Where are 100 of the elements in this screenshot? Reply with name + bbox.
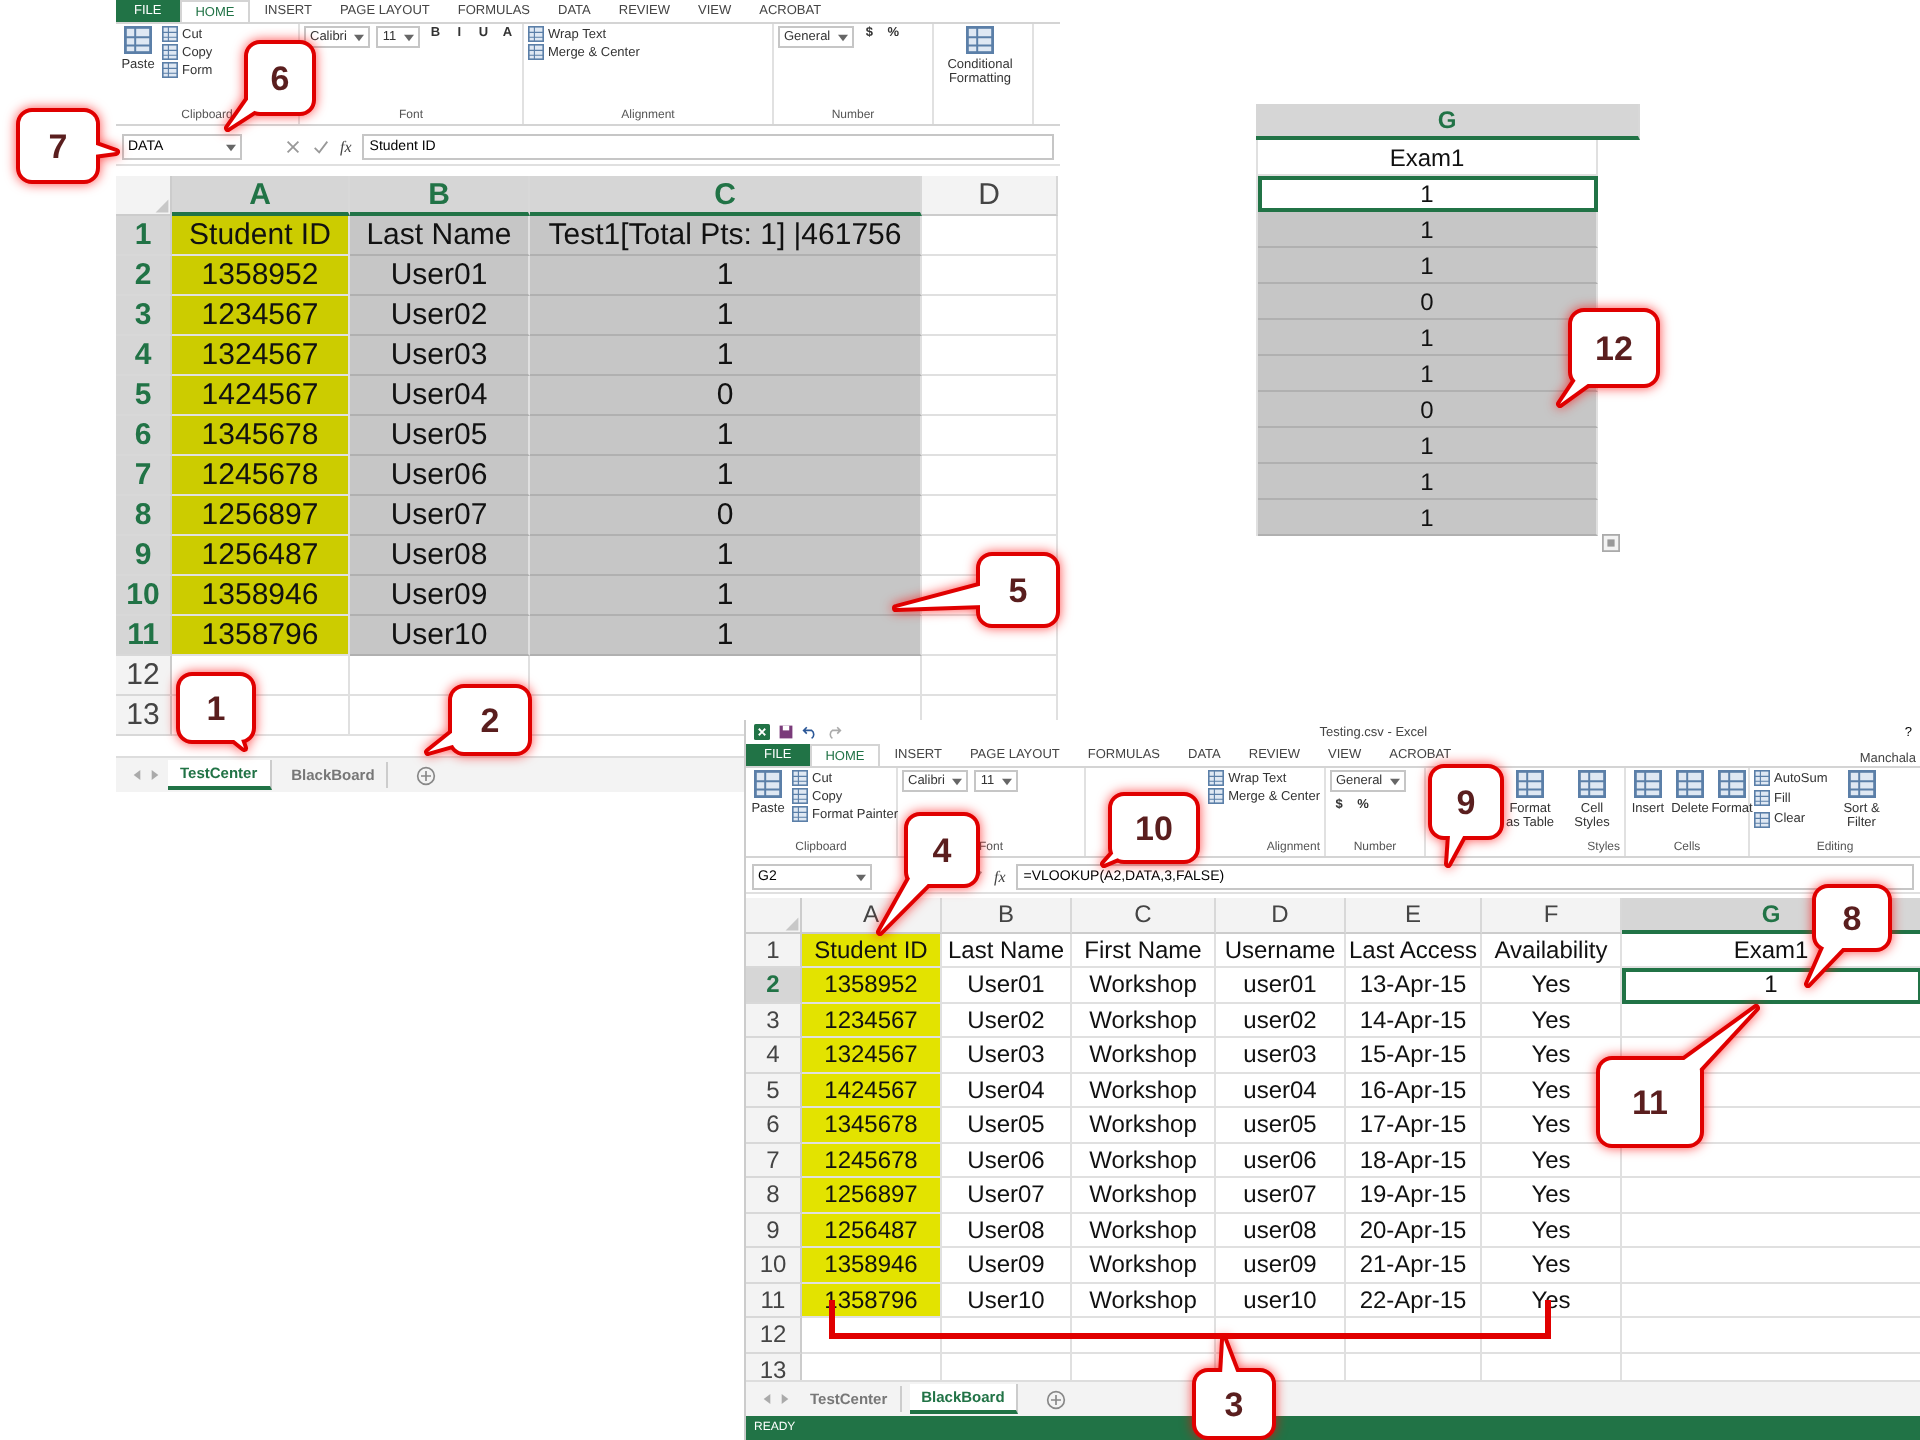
grid-icon xyxy=(1578,770,1606,798)
scroll-right-icon[interactable] xyxy=(150,770,160,780)
table-cell: 0 xyxy=(1258,284,1598,320)
table-cell: User08 xyxy=(350,536,530,576)
table-cell: 1424567 xyxy=(172,376,350,416)
row-header[interactable]: 6 xyxy=(116,416,172,456)
row-header[interactable]: 7 xyxy=(116,456,172,496)
table-cell: User01 xyxy=(350,256,530,296)
table-cell: User03 xyxy=(942,1038,1072,1073)
table-cell: 1245678 xyxy=(172,456,350,496)
table-cell: 1 xyxy=(530,536,922,576)
column-header[interactable]: B xyxy=(350,176,530,216)
table-cell: 1256897 xyxy=(802,1178,942,1213)
table-cell: Workshop xyxy=(1072,1143,1216,1178)
row-header[interactable]: 8 xyxy=(116,496,172,536)
row-header[interactable]: 9 xyxy=(116,536,172,576)
function-label[interactable]: fx xyxy=(340,138,352,156)
row-header[interactable]: 3 xyxy=(746,1003,802,1038)
caret-icon[interactable] xyxy=(856,873,866,881)
row-header[interactable]: 8 xyxy=(746,1178,802,1213)
table-cell: 13-Apr-15 xyxy=(1346,968,1482,1003)
undo-icon[interactable] xyxy=(802,724,818,740)
table-cell: User07 xyxy=(350,496,530,536)
column-header[interactable]: A xyxy=(172,176,350,216)
table-cell: 0 xyxy=(530,376,922,416)
row-header[interactable]: 1 xyxy=(746,933,802,968)
add-sheet-icon[interactable] xyxy=(1046,1389,1067,1409)
row-header[interactable]: 2 xyxy=(746,968,802,1003)
row-header[interactable]: 13 xyxy=(116,696,172,736)
column-header[interactable]: B xyxy=(942,898,1072,933)
table-cell: user09 xyxy=(1216,1248,1346,1283)
table-cell: Last Access xyxy=(1346,933,1482,968)
table-cell: Workshop xyxy=(1072,1178,1216,1213)
table-cell: user05 xyxy=(1216,1108,1346,1143)
table-cell: 14-Apr-15 xyxy=(1346,1003,1482,1038)
row-header[interactable]: 11 xyxy=(746,1283,802,1318)
table-cell: 1 xyxy=(530,416,922,456)
row-header[interactable]: 2 xyxy=(116,256,172,296)
column-header[interactable]: C xyxy=(1072,898,1216,933)
column-header[interactable]: C xyxy=(530,176,922,216)
add-sheet-icon[interactable] xyxy=(416,765,437,785)
row-header[interactable]: 6 xyxy=(746,1108,802,1143)
table-cell: User02 xyxy=(942,1003,1072,1038)
table-cell: 1324567 xyxy=(172,336,350,376)
cancel-icon[interactable] xyxy=(284,138,302,156)
caret-icon[interactable] xyxy=(952,777,963,785)
paste-options-icon[interactable] xyxy=(1602,534,1620,552)
row-header[interactable]: 7 xyxy=(746,1143,802,1178)
row-header[interactable]: 3 xyxy=(116,296,172,336)
table-cell: User06 xyxy=(942,1143,1072,1178)
table-cell: user07 xyxy=(1216,1178,1346,1213)
table-cell: User03 xyxy=(350,336,530,376)
caret-icon[interactable] xyxy=(404,33,415,41)
column-header[interactable]: F xyxy=(1482,898,1622,933)
table-cell: 1256897 xyxy=(172,496,350,536)
column-header[interactable]: E xyxy=(1346,898,1482,933)
row-header[interactable]: 12 xyxy=(746,1318,802,1353)
caret-icon[interactable] xyxy=(354,33,365,41)
redo-icon[interactable] xyxy=(826,724,842,740)
table-cell: Student ID xyxy=(172,216,350,256)
caret-icon[interactable] xyxy=(1002,777,1013,785)
callout-tooltip: 5 xyxy=(890,550,1062,630)
row-header[interactable]: 5 xyxy=(116,376,172,416)
column-header[interactable]: D xyxy=(1216,898,1346,933)
table-cell: User04 xyxy=(350,376,530,416)
row-header[interactable]: 9 xyxy=(746,1213,802,1248)
table-cell: Workshop xyxy=(1072,1248,1216,1283)
table-cell: 22-Apr-15 xyxy=(1346,1283,1482,1318)
caret-icon[interactable] xyxy=(1390,777,1401,785)
column-header[interactable]: D xyxy=(922,176,1058,216)
caret-icon[interactable] xyxy=(226,143,236,151)
table-cell: 1 xyxy=(530,296,922,336)
table-cell: 1345678 xyxy=(172,416,350,456)
row-header[interactable]: 11 xyxy=(116,616,172,656)
row-header[interactable]: 12 xyxy=(116,656,172,696)
scroll-left-icon[interactable] xyxy=(132,770,142,780)
table-cell: 1234567 xyxy=(802,1003,942,1038)
scroll-left-icon[interactable] xyxy=(762,1394,772,1404)
table-cell: 1345678 xyxy=(802,1108,942,1143)
grid-icon xyxy=(124,26,152,54)
row-header[interactable]: 5 xyxy=(746,1073,802,1108)
save-icon[interactable] xyxy=(778,724,794,740)
table-cell: 18-Apr-15 xyxy=(1346,1143,1482,1178)
function-label[interactable]: fx xyxy=(994,868,1006,886)
row-header[interactable]: 4 xyxy=(116,336,172,376)
callout-tooltip: 7 xyxy=(14,106,122,186)
table-cell: 1 xyxy=(1258,176,1598,212)
row-header[interactable]: 4 xyxy=(746,1038,802,1073)
table-cell: User06 xyxy=(350,456,530,496)
table-cell: 1 xyxy=(1258,428,1598,464)
scroll-right-icon[interactable] xyxy=(780,1394,790,1404)
row-header[interactable]: 10 xyxy=(116,576,172,616)
row-header[interactable]: 13 xyxy=(746,1353,802,1380)
caret-icon[interactable] xyxy=(838,33,849,41)
column-header[interactable]: G xyxy=(1256,104,1640,140)
row-header[interactable]: 10 xyxy=(746,1248,802,1283)
table-cell: 1 xyxy=(530,256,922,296)
row-header[interactable]: 1 xyxy=(116,216,172,256)
table-cell: 1358796 xyxy=(172,616,350,656)
check-icon[interactable] xyxy=(312,138,330,156)
